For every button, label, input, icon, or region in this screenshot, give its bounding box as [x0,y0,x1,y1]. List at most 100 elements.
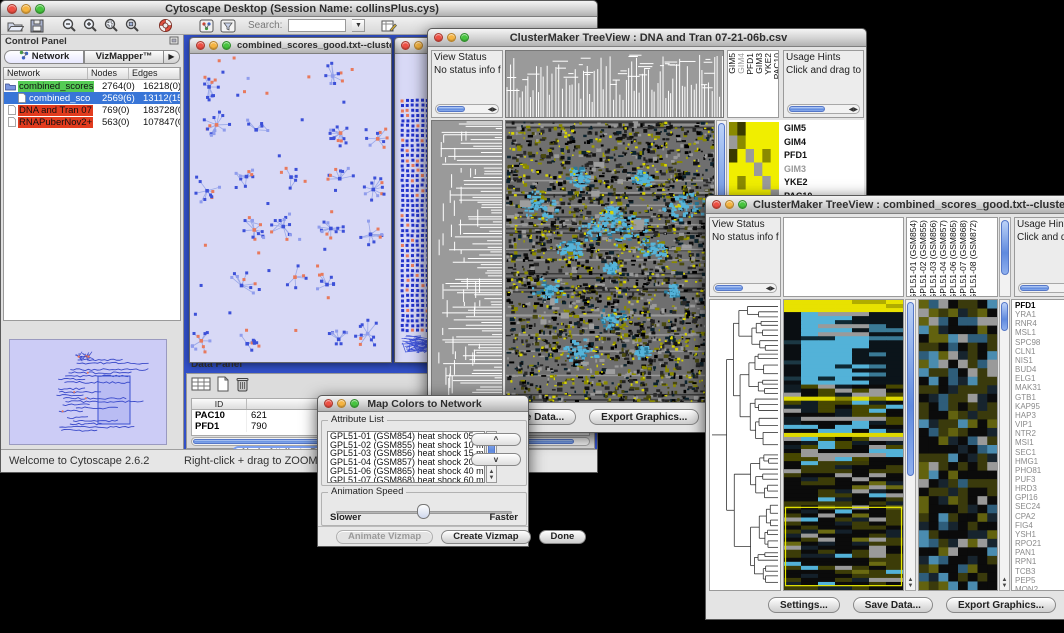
row-label[interactable]: GIM3 [784,163,812,177]
row-label[interactable]: MSL1 [1015,328,1064,337]
zoom-window-button[interactable] [460,33,469,42]
horizontal-scrollbar[interactable]: ◀▶ [435,104,499,114]
network-window-titlebar[interactable]: combined_scores_good.txt--cluste... [190,38,391,54]
minimize-button[interactable] [209,41,218,50]
open-folder-icon[interactable] [7,19,24,33]
zoom-window-button[interactable] [350,399,359,408]
vizmapper-icon[interactable] [199,19,214,33]
column-header[interactable]: Nodes [88,68,129,79]
column-label[interactable]: PFD1 [746,53,754,75]
column-label[interactable]: GIM4 [737,53,745,74]
tab-network[interactable]: Network [4,50,84,64]
attribute-editor-icon[interactable] [381,19,397,33]
column-label[interactable]: GIM3 [755,53,763,74]
vertical-scrollbar[interactable] [999,217,1011,297]
attribute-listbox[interactable]: GPL51-01 (GSM854) heat shock 05 minGPL51… [327,431,485,483]
column-label[interactable]: GPL51-02 (GSM855) [919,220,927,297]
float-panel-icon[interactable] [169,36,179,48]
column-label[interactable]: PAC10 [773,53,779,79]
row-label[interactable]: GIM4 [784,136,812,150]
row-label[interactable]: PUF3 [1015,475,1064,484]
column-label[interactable]: GPL51-01 (GSM854) [909,220,917,297]
row-label[interactable]: PAN1 [1015,548,1064,557]
zoom-in-icon[interactable] [83,18,98,33]
horizontal-scrollbar[interactable]: ◀▶ [1018,283,1064,293]
row-label[interactable]: SEC1 [1015,448,1064,457]
column-dendrogram[interactable] [505,50,724,118]
column-label[interactable]: GPL51-03 (GSM856) [929,220,937,297]
row-label[interactable]: BUD4 [1015,365,1064,374]
scroll-arrows[interactable]: ▲▼ [487,469,496,481]
search-input[interactable] [288,19,346,32]
row-label[interactable]: YSH1 [1015,530,1064,539]
close-button[interactable] [196,41,205,50]
treeview-combined-titlebar[interactable]: ClusterMaker TreeView : combined_scores_… [706,196,1064,214]
column-label[interactable]: GPL51-07 (GSM868) [959,220,967,297]
row-label[interactable]: CLN1 [1015,347,1064,356]
row-label[interactable]: MON2 [1015,585,1064,591]
attribute-list-item[interactable]: GPL51-06 (GSM865) heat shock 40 min [328,467,484,476]
zoom-window-button[interactable] [738,200,747,209]
move-down-button[interactable]: v [471,453,521,466]
close-button[interactable] [401,41,410,50]
zoom-heatmap[interactable] [918,299,998,591]
attribute-list-item[interactable]: GPL51-02 (GSM855) heat shock 10 min [328,441,484,450]
column-header[interactable]: ID [192,399,247,409]
row-label[interactable]: SEC24 [1015,502,1064,511]
zoom-window-button[interactable] [35,4,45,14]
vertical-scrollbar[interactable]: ▲▼ [999,299,1010,591]
close-button[interactable] [434,33,443,42]
minimize-button[interactable] [21,4,31,14]
minimize-button[interactable] [447,33,456,42]
scroll-arrows[interactable]: ◀▶ [849,106,858,113]
minimize-button[interactable] [414,41,423,50]
network-table-row[interactable]: combined_sco2569(6)13112(15) [4,92,180,104]
row-label[interactable]: NIS1 [1015,356,1064,365]
attribute-list-item[interactable]: GPL51-07 (GSM868) heat shock 60 min [328,476,484,483]
column-label[interactable]: YKE2 [764,53,772,75]
row-label[interactable]: RPO21 [1015,539,1064,548]
scrollbar-thumb[interactable] [789,106,825,112]
search-dropdown-button[interactable]: ▼ [352,19,365,32]
zoom-selected-icon[interactable] [104,18,119,33]
close-button[interactable] [712,200,721,209]
row-label[interactable]: PEP5 [1015,576,1064,585]
row-label[interactable]: VIP1 [1015,420,1064,429]
column-label[interactable]: GPL51-04 (GSM857) [939,220,947,297]
column-dendrogram-area[interactable] [783,217,904,297]
filter-icon[interactable] [220,19,236,33]
new-document-icon[interactable] [215,376,231,397]
global-heatmap[interactable] [783,299,904,591]
move-up-button[interactable]: ^ [471,433,521,446]
row-label[interactable]: NTR2 [1015,429,1064,438]
row-label[interactable]: MSI1 [1015,438,1064,447]
row-label[interactable]: MAK31 [1015,383,1064,392]
row-label[interactable]: YKE2 [784,176,812,190]
treeview-dna-titlebar[interactable]: ClusterMaker TreeView : DNA and Tran 07-… [428,29,866,47]
close-button[interactable] [324,399,333,408]
global-heatmap[interactable] [505,120,715,403]
row-label[interactable]: PFD1 [1015,301,1064,310]
network-table-row[interactable]: combined_scores2764(0)16218(0) [4,80,180,92]
scrollbar-thumb[interactable] [1020,285,1049,291]
trash-icon[interactable] [235,376,250,397]
attribute-list-item[interactable]: GPL51-03 (GSM856) heat shock 15 min [328,449,484,458]
zoom-fit-icon[interactable] [125,18,140,33]
network-table-row[interactable]: RNAPuberNov2+563(0)107847(0) [4,116,180,128]
attribute-list-item[interactable]: GPL51-04 (GSM857) heat shock 20 min [328,458,484,467]
row-dendrogram[interactable] [431,120,503,403]
row-label[interactable]: GTB1 [1015,393,1064,402]
row-label[interactable]: CPA2 [1015,512,1064,521]
minimize-button[interactable] [337,399,346,408]
zoom-heatmap[interactable] [729,122,779,203]
close-button[interactable] [7,4,17,14]
row-label[interactable]: PHO81 [1015,466,1064,475]
settings-button[interactable]: Settings... [768,597,840,613]
scrollbar-thumb[interactable] [715,285,743,291]
row-label[interactable]: TCB3 [1015,567,1064,576]
column-header[interactable]: Network [4,68,88,79]
row-label[interactable]: YRA1 [1015,310,1064,319]
tab-vizmapper[interactable]: VizMapper™ [84,50,164,64]
column-label[interactable]: GPL51-06 (GSM865) [949,220,957,297]
column-label[interactable]: GPL51-08 (GSM872) [969,220,977,297]
